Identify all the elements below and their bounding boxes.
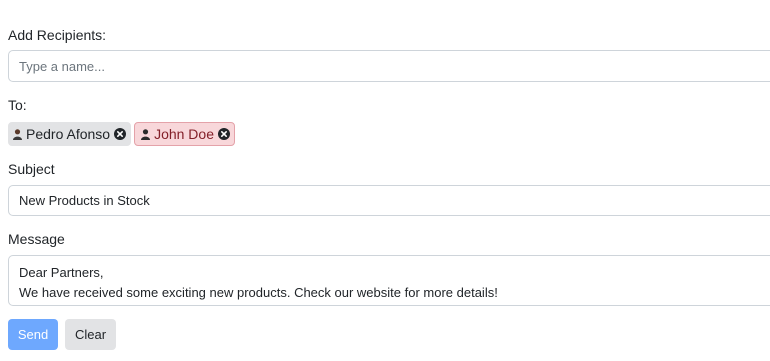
message-line: We have received some exciting new produ… — [19, 285, 498, 300]
recipient-chip-john-doe: John Doe — [134, 122, 235, 146]
clear-button[interactable]: Clear — [65, 319, 116, 350]
subject-label: Subject — [8, 161, 55, 177]
to-label: To: — [8, 97, 27, 113]
add-recipients-label: Add Recipients: — [8, 27, 107, 43]
message-line: Dear Partners, — [19, 265, 104, 280]
message-label: Message — [8, 231, 65, 247]
message-textarea[interactable]: Dear Partners, We have received some exc… — [8, 255, 770, 306]
recipient-chip-pedro-afonso: Pedro Afonso — [8, 122, 132, 146]
compose-form: Add Recipients: To: Pedro Afonso John Do… — [0, 0, 770, 361]
person-icon — [13, 128, 22, 140]
add-recipients-input[interactable] — [8, 50, 770, 82]
subject-input[interactable] — [8, 185, 770, 216]
recipient-chip-label: Pedro Afonso — [26, 126, 111, 142]
remove-recipient-icon[interactable] — [114, 128, 127, 140]
send-button[interactable]: Send — [8, 319, 58, 350]
person-icon — [141, 128, 151, 140]
remove-recipient-icon[interactable] — [218, 128, 230, 140]
recipient-chip-label: John Doe — [154, 126, 214, 142]
recipient-chips: Pedro Afonso John Doe — [8, 122, 235, 146]
